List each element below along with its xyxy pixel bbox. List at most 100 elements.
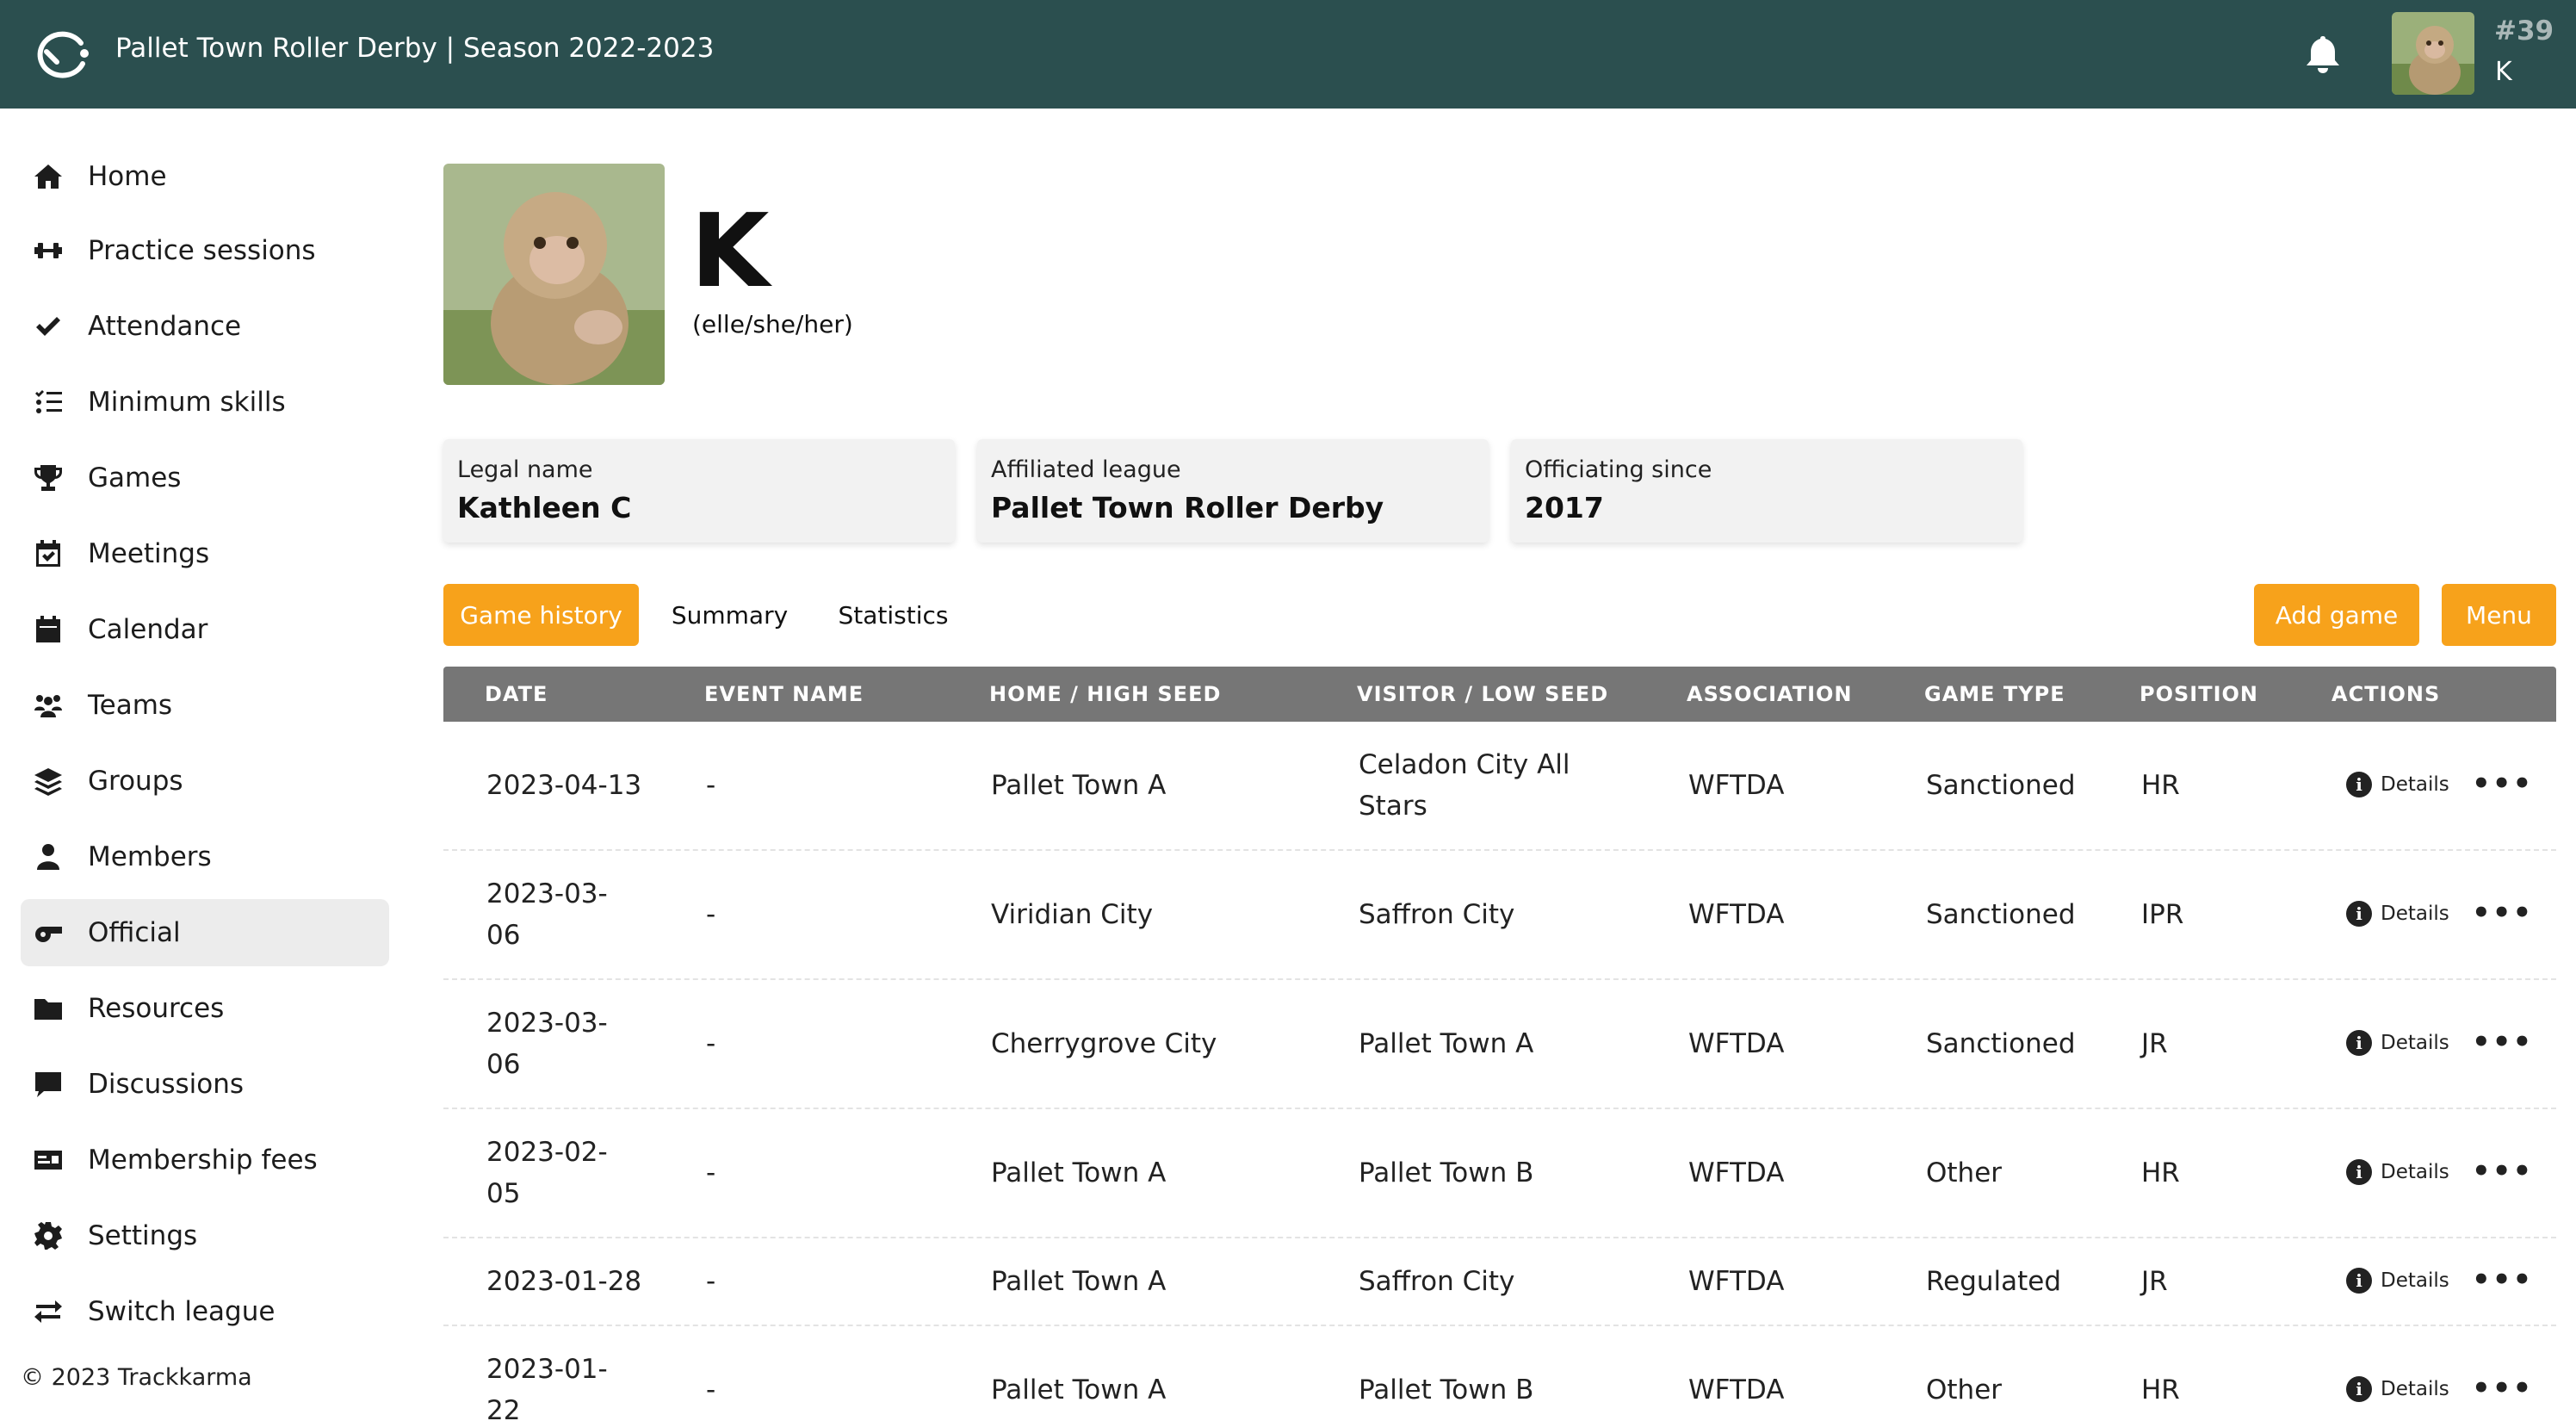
add-game-button[interactable]: Add game <box>2254 584 2419 646</box>
info-icon: i <box>2346 1376 2372 1402</box>
cell-home: Pallet Town A <box>991 1374 1167 1405</box>
calendar-icon <box>31 612 65 647</box>
cell-association: WFTDA <box>1688 770 1785 801</box>
sidebar-item-official[interactable]: Official <box>21 899 389 966</box>
user-avatar[interactable] <box>2392 12 2474 95</box>
officiating-since-card: Officiating since 2017 <box>1511 439 2022 543</box>
cell-position: JR <box>2141 1266 2168 1297</box>
cell-game-type: Other <box>1926 1374 2003 1405</box>
sidebar-item-label: Practice sessions <box>88 235 316 266</box>
layers-icon <box>31 764 65 798</box>
cell-event-name: - <box>706 1266 716 1297</box>
more-options-icon[interactable]: ••• <box>2472 1154 2533 1188</box>
sidebar-item-members[interactable]: Members <box>21 823 389 890</box>
check-icon <box>31 309 65 344</box>
column-header-actions: ACTIONS <box>2331 682 2441 706</box>
tab-game-history[interactable]: Game history <box>443 584 639 646</box>
details-button[interactable]: i Details <box>2346 772 2449 797</box>
sidebar-item-attendance[interactable]: Attendance <box>21 293 389 360</box>
sidebar-item-label: Members <box>88 841 212 872</box>
copyright: © 2023 Trackkarma <box>21 1364 252 1391</box>
legal-name-card: Legal name Kathleen C <box>443 439 955 543</box>
column-header-association[interactable]: ASSOCIATION <box>1687 667 1853 722</box>
trackkarma-logo-icon[interactable] <box>31 26 91 81</box>
sidebar-item-minimum-skills[interactable]: Minimum skills <box>21 369 389 436</box>
column-header-visitor[interactable]: VISITOR / LOW SEED <box>1357 667 1608 722</box>
sidebar-item-resources[interactable]: Resources <box>21 975 389 1042</box>
sidebar-item-label: Official <box>88 917 181 948</box>
sidebar-item-games[interactable]: Games <box>21 444 389 512</box>
cell-home: Pallet Town A <box>991 770 1167 801</box>
cell-position: HR <box>2141 1157 2180 1188</box>
tab-summary[interactable]: Summary <box>663 584 796 646</box>
sidebar-item-home[interactable]: Home <box>21 143 389 210</box>
table-row: 2023-01-22 - Pallet Town A Pallet Town B… <box>443 1326 2556 1421</box>
cell-event-name: - <box>706 1157 716 1188</box>
sidebar-item-label: Discussions <box>88 1069 245 1100</box>
column-header-date[interactable]: DATE <box>485 667 548 722</box>
sidebar-item-groups[interactable]: Groups <box>21 748 389 815</box>
cell-association: WFTDA <box>1688 1157 1785 1188</box>
sidebar-item-label: Resources <box>88 993 225 1024</box>
sidebar-item-discussions[interactable]: Discussions <box>21 1051 389 1118</box>
table-header: DATE EVENT NAME HOME / HIGH SEED VISITOR… <box>443 667 2556 722</box>
sidebar-item-label: Meetings <box>88 538 210 569</box>
monkey-avatar-icon <box>2392 12 2474 95</box>
more-options-icon[interactable]: ••• <box>2472 1025 2533 1059</box>
profile-photo <box>443 164 665 385</box>
menu-button[interactable]: Menu <box>2442 584 2556 646</box>
details-button[interactable]: i Details <box>2346 1159 2449 1185</box>
sidebar-item-membership-fees[interactable]: Membership fees <box>21 1126 389 1194</box>
column-header-event-name[interactable]: EVENT NAME <box>704 667 864 722</box>
cell-home: Viridian City <box>991 899 1154 930</box>
sidebar-item-label: Minimum skills <box>88 387 286 418</box>
sidebar-item-teams[interactable]: Teams <box>21 672 389 739</box>
profile-name: K <box>690 191 770 310</box>
details-button[interactable]: i Details <box>2346 901 2449 927</box>
cell-event-name: - <box>706 1028 716 1059</box>
cell-association: WFTDA <box>1688 1374 1785 1405</box>
details-button[interactable]: i Details <box>2346 1268 2449 1294</box>
swap-icon <box>31 1294 65 1329</box>
cell-home: Cherrygrove City <box>991 1028 1217 1059</box>
id-card-icon <box>31 1143 65 1177</box>
sidebar-item-calendar[interactable]: Calendar <box>21 596 389 663</box>
more-options-icon[interactable]: ••• <box>2472 766 2533 801</box>
cell-home: Pallet Town A <box>991 1157 1167 1188</box>
details-button[interactable]: i Details <box>2346 1030 2449 1056</box>
column-header-home[interactable]: HOME / HIGH SEED <box>989 667 1221 722</box>
sidebar-item-label: Calendar <box>88 614 208 645</box>
details-label: Details <box>2381 1378 2449 1400</box>
sidebar-item-practice-sessions[interactable]: Practice sessions <box>21 217 389 284</box>
sidebar-item-settings[interactable]: Settings <box>21 1202 389 1269</box>
cell-game-type: Regulated <box>1926 1266 2062 1297</box>
info-icon: i <box>2346 1030 2372 1056</box>
sidebar-item-switch-league[interactable]: Switch league <box>21 1278 389 1345</box>
more-options-icon[interactable]: ••• <box>2472 1263 2533 1297</box>
details-label: Details <box>2381 1161 2449 1183</box>
tab-statistics[interactable]: Statistics <box>827 584 960 646</box>
profile-pronouns: (elle/she/her) <box>692 310 853 338</box>
details-button[interactable]: i Details <box>2346 1376 2449 1402</box>
sidebar-item-meetings[interactable]: Meetings <box>21 520 389 587</box>
sidebar-item-label: Games <box>88 462 182 493</box>
more-options-icon[interactable]: ••• <box>2472 1371 2533 1405</box>
card-value: Pallet Town Roller Derby <box>991 491 1384 524</box>
trophy-icon <box>31 461 65 495</box>
cell-visitor: Saffron City <box>1359 1266 1515 1297</box>
sidebar-item-label: Switch league <box>88 1296 276 1327</box>
column-header-position[interactable]: POSITION <box>2139 667 2258 722</box>
column-header-game-type[interactable]: GAME TYPE <box>1924 667 2065 722</box>
sidebar-item-label: Groups <box>88 766 183 797</box>
comment-icon <box>31 1067 65 1101</box>
cell-position: JR <box>2141 1028 2168 1059</box>
table-row: 2023-02-05 - Pallet Town A Pallet Town B… <box>443 1109 2556 1238</box>
cell-date: 2023-04-13 <box>486 770 642 801</box>
cell-date: 2023-02-05 <box>486 1137 608 1209</box>
card-label: Legal name <box>457 456 593 483</box>
bell-icon[interactable] <box>2304 34 2342 74</box>
top-bar: Pallet Town Roller Derby | Season 2022-2… <box>0 0 2576 109</box>
more-options-icon[interactable]: ••• <box>2472 896 2533 930</box>
cell-association: WFTDA <box>1688 1028 1785 1059</box>
cell-event-name: - <box>706 770 716 801</box>
